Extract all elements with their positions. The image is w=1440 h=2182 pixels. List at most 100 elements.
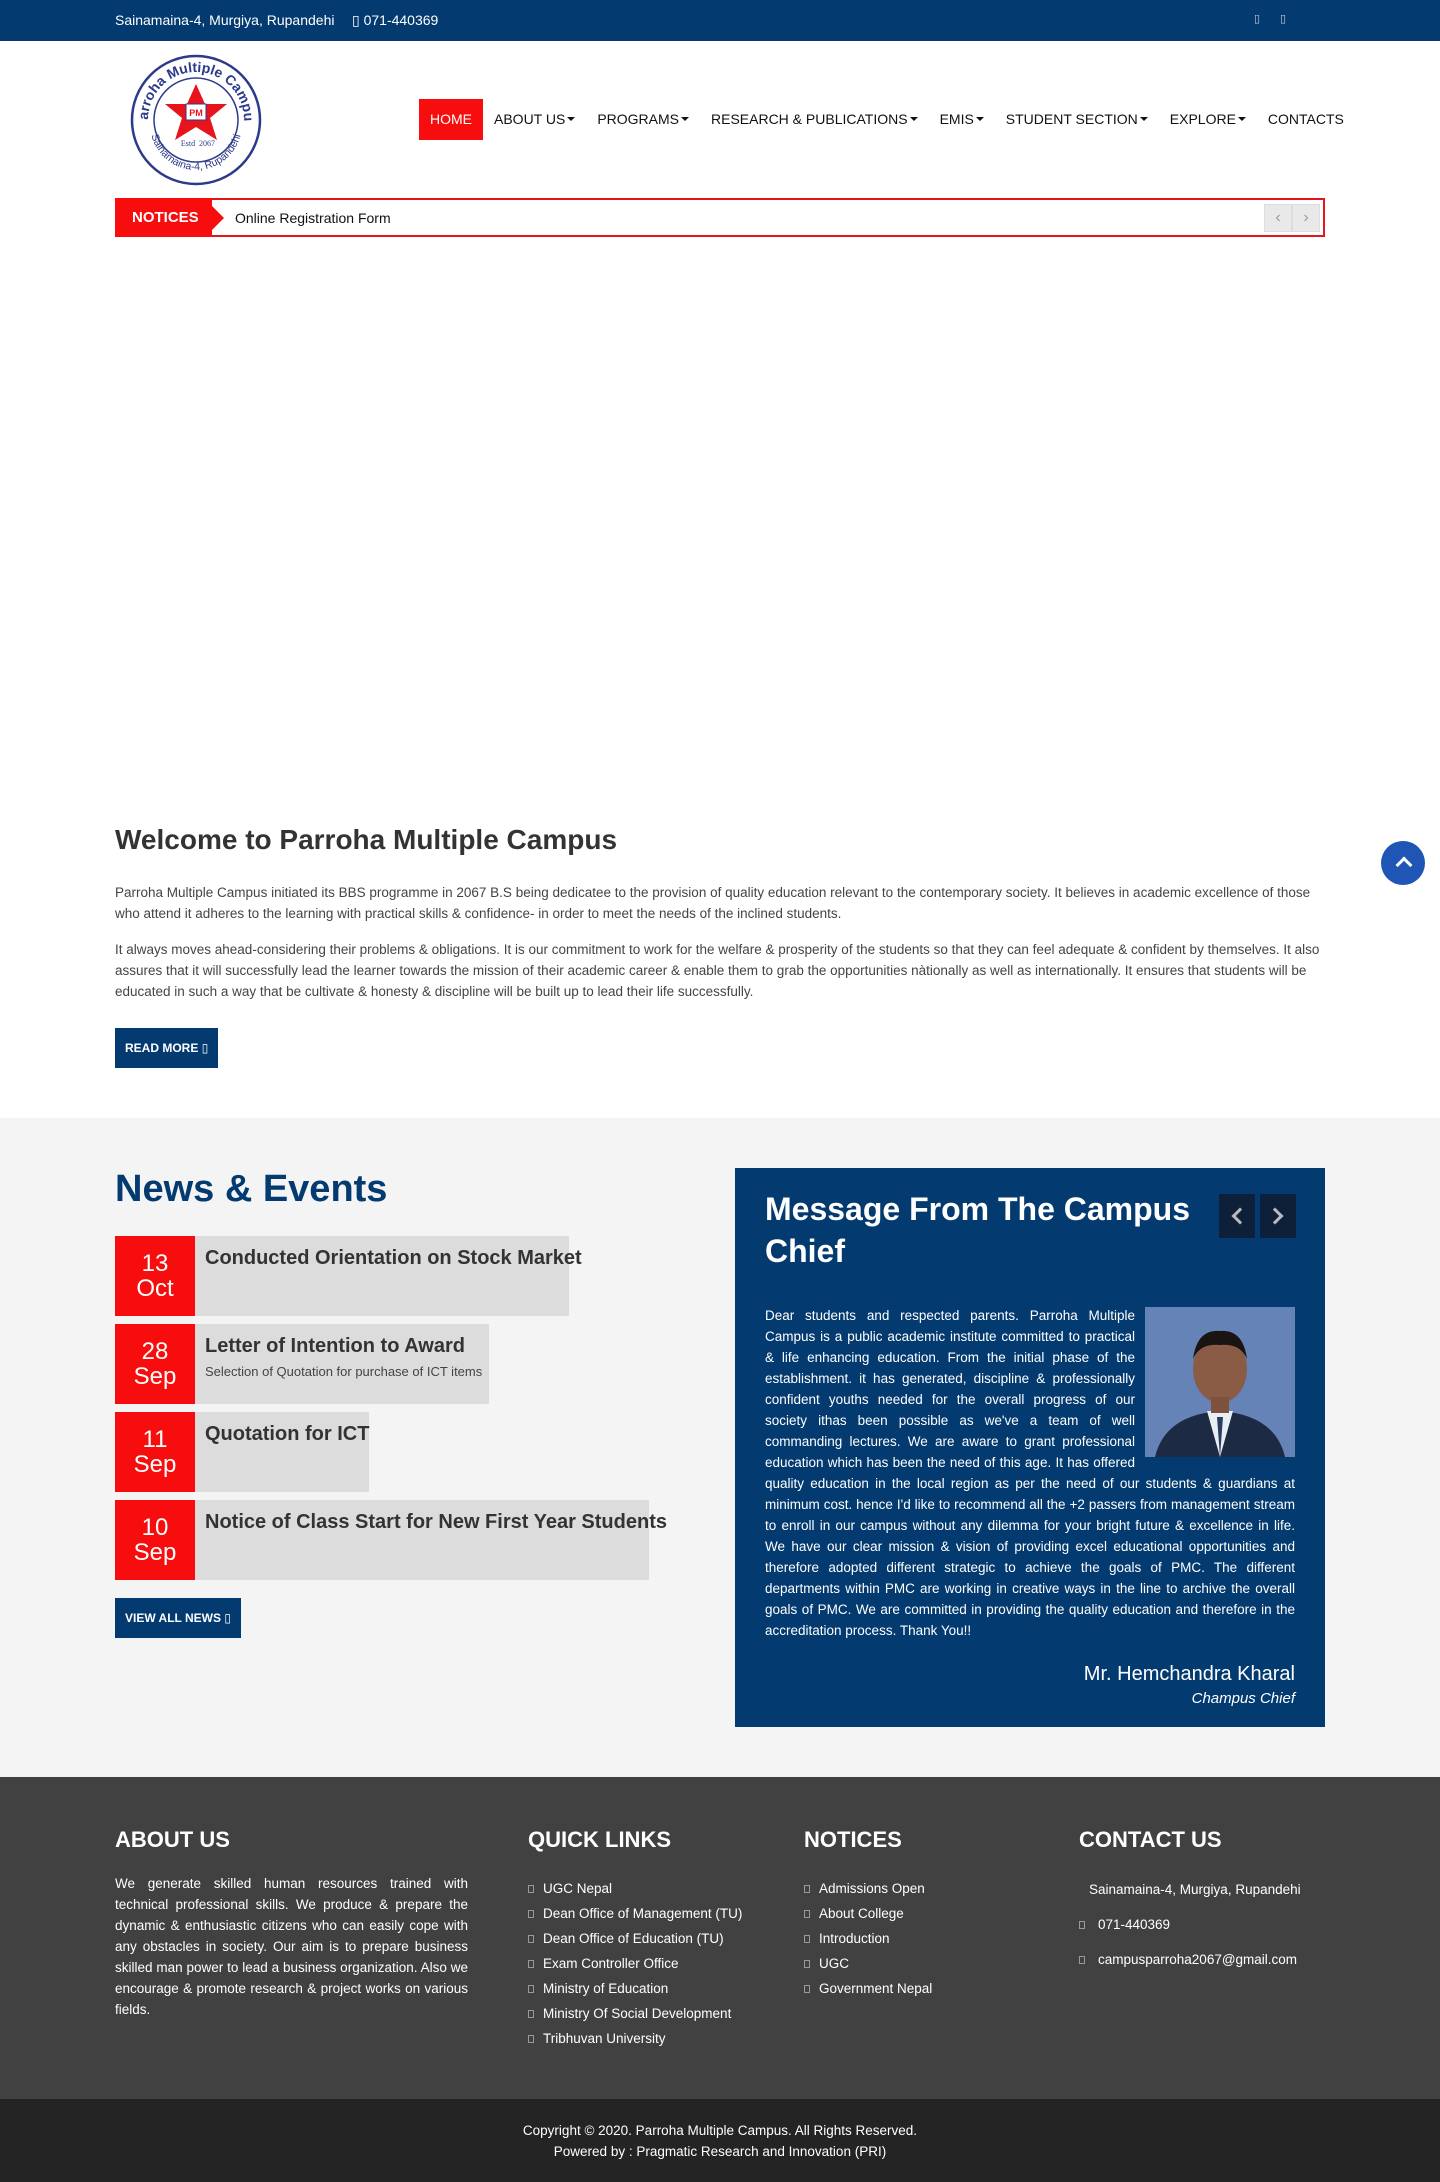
- scroll-to-top-button[interactable]: [1381, 841, 1425, 885]
- quick-link[interactable]: Ministry Of Social Development: [528, 2001, 742, 2026]
- message-prev-button[interactable]: [1219, 1194, 1255, 1238]
- bullet-icon: [804, 1960, 810, 1968]
- bullet-icon: [528, 1935, 534, 1943]
- envelope-icon: [1079, 1956, 1085, 1964]
- footer-notice-link[interactable]: Admissions Open: [804, 1876, 932, 1901]
- nav-student-section[interactable]: STUDENT SECTION: [995, 99, 1159, 140]
- nav-emis[interactable]: EMIS: [929, 99, 995, 140]
- quick-links-list: UGC Nepal Dean Office of Management (TU)…: [528, 1876, 742, 2051]
- topbar-address: Sainamaina-4, Murgiya, Rupandehi: [115, 12, 335, 28]
- caret-down-icon: [567, 117, 576, 121]
- footer: ABOUT US We generate skilled human resou…: [0, 1777, 1440, 2099]
- footer-notice-label: UGC: [819, 1956, 849, 1971]
- arrow-icon: ▯: [224, 1611, 231, 1625]
- footer-notice-label: Admissions Open: [819, 1881, 925, 1896]
- bullet-icon: [804, 1910, 810, 1918]
- notice-tag: NOTICES: [115, 198, 224, 237]
- topbar-phone-number: 071-440369: [363, 12, 439, 28]
- message-next-button[interactable]: [1260, 1194, 1296, 1238]
- nav-home[interactable]: HOME: [419, 99, 483, 140]
- read-more-label: READ MORE: [125, 1041, 199, 1055]
- contact-phone-row: 071-440369: [1079, 1917, 1170, 1932]
- contact-email[interactable]: campusparroha2067@gmail.com: [1098, 1952, 1297, 1967]
- news-day: 11: [142, 1426, 168, 1453]
- welcome-paragraph-2: It always moves ahead-considering their …: [115, 942, 1320, 999]
- caret-down-icon: [681, 117, 689, 121]
- bullet-icon: [528, 2035, 534, 2043]
- arrow-icon: ▯: [201, 1041, 209, 1055]
- nav-student-section-label: STUDENT SECTION: [1005, 111, 1138, 127]
- news-month: Sep: [133, 1451, 177, 1478]
- news-month: Oct: [136, 1275, 174, 1302]
- nav-about-us[interactable]: ABOUT US: [483, 99, 586, 140]
- footer-notice-label: Government Nepal: [819, 1981, 933, 1996]
- nav-research-label: RESEARCH & PUBLICATIONS: [711, 111, 908, 127]
- chief-photo: [1145, 1307, 1295, 1457]
- logo-estd: Estd: [181, 139, 195, 148]
- logo-year: 2067: [199, 139, 215, 148]
- copyright-bar: Copyright © 2020. Parroha Multiple Campu…: [0, 2099, 1440, 2182]
- bullet-icon: [528, 1885, 534, 1893]
- chevron-right-icon[interactable]: ›: [1292, 204, 1320, 232]
- nav-explore[interactable]: EXPLORE: [1159, 99, 1257, 140]
- quick-link[interactable]: Dean Office of Management (TU): [528, 1901, 742, 1926]
- news-month: Sep: [133, 1539, 177, 1566]
- caret-down-icon: [1237, 117, 1246, 121]
- facebook-icon[interactable]: ▯: [1254, 12, 1260, 25]
- nav-programs[interactable]: PROGRAMS: [586, 99, 700, 140]
- nav-home-label: HOME: [430, 111, 472, 127]
- footer-notice-label: Introduction: [819, 1931, 890, 1946]
- campus-logo[interactable]: Parroha Multiple Campus Sainamaina-4, Ru…: [123, 39, 264, 188]
- footer-notice-label: About College: [819, 1906, 904, 1921]
- copyright-text: Copyright © 2020. Parroha Multiple Campu…: [522, 2123, 918, 2138]
- news-headline[interactable]: Quotation for ICT: [205, 1423, 369, 1446]
- view-all-news-button[interactable]: VIEW ALL NEWS ▯: [115, 1598, 241, 1638]
- footer-about-title: ABOUT US: [115, 1827, 230, 1852]
- news-item[interactable]: 28 Sep Letter of Intention to Award Selec…: [115, 1324, 489, 1404]
- quick-link[interactable]: Dean Office of Education (TU): [528, 1926, 742, 1951]
- welcome-title: Welcome to Parroha Multiple Campus: [115, 824, 618, 855]
- bullet-icon: [528, 1985, 534, 1993]
- nav-contacts[interactable]: CONTACTS: [1257, 99, 1355, 140]
- quick-link[interactable]: Tribhuvan University: [528, 2026, 742, 2051]
- news-headline[interactable]: Notice of Class Start for New First Year…: [205, 1511, 667, 1534]
- quick-link[interactable]: Ministry of Education: [528, 1976, 742, 2001]
- quick-link-label: Ministry of Education: [543, 1981, 669, 1996]
- footer-links-title: QUICK LINKS: [528, 1827, 671, 1852]
- main-nav: HOME ABOUT US PROGRAMS RESEARCH & PUBLIC…: [419, 99, 1355, 140]
- logo-initials: PM: [189, 108, 203, 118]
- notice-text[interactable]: Online Registration Form: [235, 210, 391, 226]
- notice-ticker: NOTICES Online Registration Form ‹ ›: [115, 198, 1325, 237]
- news-date: 28 Sep: [115, 1324, 195, 1404]
- quick-link-label: Exam Controller Office: [543, 1956, 679, 1971]
- news-headline[interactable]: Letter of Intention to Award: [205, 1335, 465, 1358]
- quick-link-label: Dean Office of Education (TU): [543, 1931, 724, 1946]
- news-date: 13 Oct: [115, 1236, 195, 1316]
- contact-phone[interactable]: 071-440369: [1098, 1917, 1170, 1932]
- nav-research[interactable]: RESEARCH & PUBLICATIONS: [700, 99, 929, 140]
- contact-email-row: campusparroha2067@gmail.com: [1079, 1952, 1297, 1967]
- powered-by-text[interactable]: Powered by : Pragmatic Research and Inno…: [0, 2141, 1440, 2162]
- chevron-left-icon[interactable]: ‹: [1264, 204, 1292, 232]
- footer-contact-title: CONTACT US: [1079, 1827, 1222, 1852]
- view-all-news-label: VIEW ALL NEWS: [125, 1611, 221, 1625]
- news-item[interactable]: 11 Sep Quotation for ICT: [115, 1412, 369, 1492]
- quick-link[interactable]: UGC Nepal: [528, 1876, 742, 1901]
- footer-notice-link[interactable]: UGC: [804, 1951, 932, 1976]
- news-item[interactable]: 13 Oct Conducted Orientation on Stock Mar…: [115, 1236, 582, 1316]
- footer-notice-link[interactable]: Government Nepal: [804, 1976, 932, 2001]
- twitter-icon[interactable]: ▯: [1280, 12, 1286, 25]
- news-date: 11 Sep: [115, 1412, 195, 1492]
- footer-notice-link[interactable]: About College: [804, 1901, 932, 1926]
- topbar-phone: ▯ 071-440369: [352, 12, 439, 28]
- read-more-button[interactable]: READ MORE ▯: [115, 1028, 219, 1068]
- footer-notice-link[interactable]: Introduction: [804, 1926, 932, 1951]
- nav-explore-label: EXPLORE: [1169, 111, 1236, 127]
- news-headline[interactable]: Conducted Orientation on Stock Market: [205, 1247, 582, 1270]
- welcome-paragraph-1: Parroha Multiple Campus initiated its BB…: [115, 885, 1311, 921]
- nav-contacts-label: CONTACTS: [1267, 111, 1344, 127]
- quick-link[interactable]: Exam Controller Office: [528, 1951, 742, 1976]
- bullet-icon: [528, 2010, 534, 2018]
- news-date: 10 Sep: [115, 1500, 195, 1580]
- news-item[interactable]: 10 Sep Notice of Class Start for New Firs…: [115, 1500, 667, 1580]
